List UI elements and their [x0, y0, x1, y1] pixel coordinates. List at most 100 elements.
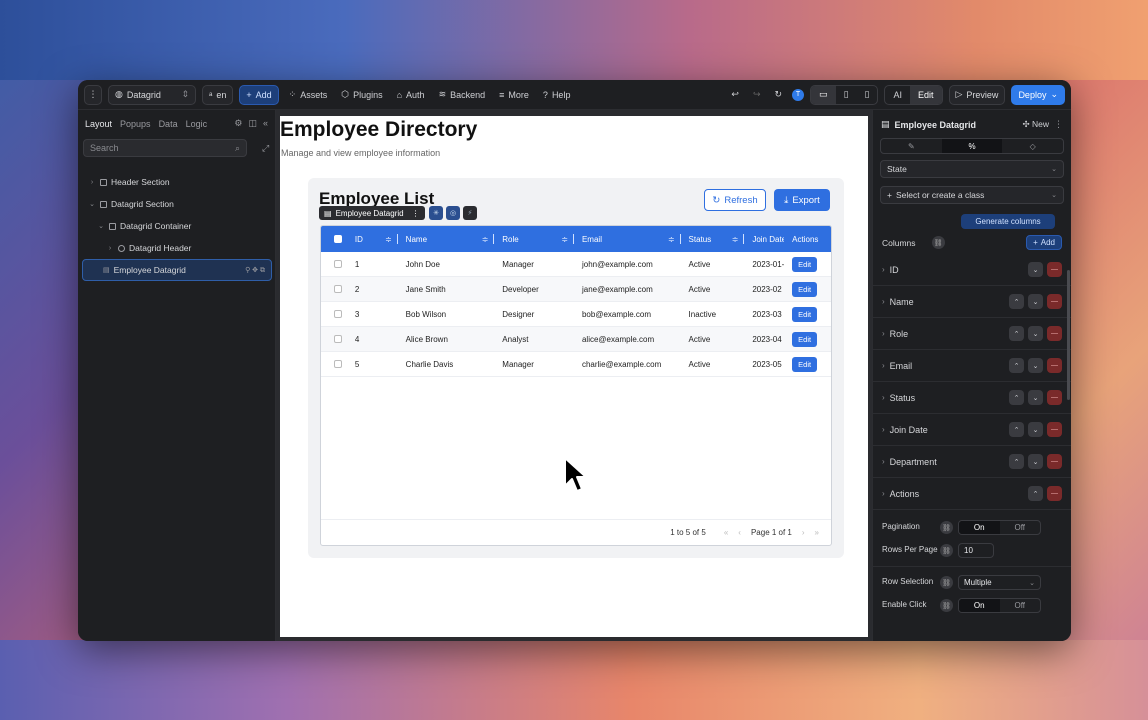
link-icon[interactable]: ⛓ — [940, 599, 953, 612]
chevron-right-icon[interactable]: › — [882, 361, 885, 370]
tab-interactions-icon[interactable]: ◇ — [1002, 139, 1063, 153]
table-row[interactable]: 3 Bob Wilson Designer bob@example.com Inacti… — [321, 302, 831, 327]
column-header-role[interactable]: Role ≑ — [494, 226, 574, 252]
row-selection-select[interactable]: Multiple ⌄ — [958, 575, 1041, 590]
column-item[interactable]: › Email ⌃ ⌄ — — [873, 350, 1071, 382]
more-button[interactable]: ≡ More — [495, 85, 533, 105]
panel-icon[interactable]: ◫ — [248, 118, 257, 129]
row-checkbox[interactable] — [333, 260, 342, 268]
move-down-button[interactable]: ⌄ — [1028, 390, 1043, 405]
avatar[interactable]: T — [792, 88, 805, 101]
tab-settings-icon[interactable]: % — [941, 139, 1003, 153]
remove-column-button[interactable]: — — [1047, 422, 1062, 437]
edit-button[interactable]: Edit — [792, 256, 818, 272]
tablet-icon[interactable]: ▯ — [836, 86, 857, 104]
collapse-icon[interactable]: « — [263, 118, 268, 129]
move-up-button[interactable]: ⌃ — [1009, 422, 1024, 437]
tab-data[interactable]: Data — [159, 119, 178, 129]
selection-tag[interactable]: ▤ Employee Datagrid ⋮ — [319, 206, 425, 220]
gear-icon[interactable]: ⚙ — [234, 118, 242, 129]
toggle-off[interactable]: Off — [1000, 521, 1041, 534]
class-select[interactable]: + Select or create a class ⌄ — [880, 186, 1064, 204]
pagination-toggle[interactable]: On Off — [958, 520, 1041, 535]
help-button[interactable]: ? Help — [539, 85, 575, 105]
menu-button[interactable]: ⋮ — [84, 84, 102, 105]
enable-click-toggle[interactable]: On Off — [958, 598, 1041, 613]
filter-icon[interactable]: ≑ — [561, 235, 568, 244]
filter-icon[interactable]: ≑ — [482, 235, 489, 244]
link-icon[interactable]: ⛓ — [940, 521, 953, 534]
prev-page-icon[interactable]: ‹ — [738, 528, 741, 537]
edit-button[interactable]: Edit — [792, 356, 818, 372]
column-item[interactable]: › Role ⌃ ⌄ — — [873, 318, 1071, 350]
tree-item-datagrid-section[interactable]: ⌄ Datagrid Section — [78, 193, 275, 215]
copy-icon[interactable]: ⧉ — [260, 267, 265, 274]
chevron-right-icon[interactable]: › — [882, 265, 885, 274]
remove-column-button[interactable]: — — [1047, 454, 1062, 469]
column-header-id[interactable]: ID ≑ — [355, 226, 398, 252]
next-page-icon[interactable]: › — [802, 528, 805, 537]
remove-column-button[interactable]: — — [1047, 262, 1062, 277]
tab-style-icon[interactable]: ✎ — [881, 139, 942, 153]
magic-icon[interactable]: ⚡ — [463, 206, 477, 220]
preview-button[interactable]: ▷ Preview — [948, 84, 1006, 105]
move-down-button[interactable]: ⌄ — [1028, 326, 1043, 341]
undo-icon[interactable]: ↩ — [727, 85, 743, 105]
row-checkbox[interactable] — [333, 310, 342, 318]
select-all-checkbox[interactable] — [333, 235, 342, 243]
remove-column-button[interactable]: — — [1047, 390, 1062, 405]
mobile-icon[interactable]: ▯ — [857, 86, 878, 104]
move-icon[interactable]: ✥ — [252, 267, 258, 274]
settings-icon[interactable]: ◎ — [446, 206, 460, 220]
move-up-button[interactable]: ⌃ — [1009, 294, 1024, 309]
plugins-button[interactable]: ⬡ Plugins — [337, 85, 386, 105]
auth-button[interactable]: ⌂ Auth — [393, 85, 429, 105]
chevron-right-icon[interactable]: › — [882, 425, 885, 434]
filter-icon[interactable]: ≑ — [668, 235, 675, 244]
new-button[interactable]: ✣ New — [1023, 119, 1050, 130]
remove-column-button[interactable]: — — [1047, 358, 1062, 373]
table-row[interactable]: 2 Jane Smith Developer jane@example.com Acti… — [321, 277, 831, 302]
row-checkbox[interactable] — [333, 360, 342, 368]
chevron-right-icon[interactable]: › — [882, 457, 885, 466]
column-item[interactable]: › Name ⌃ ⌄ — — [873, 286, 1071, 318]
move-down-button[interactable]: ⌄ — [1028, 422, 1043, 437]
tree-item-datagrid-container[interactable]: ⌄ Datagrid Container — [78, 215, 275, 237]
add-button[interactable]: + Add — [239, 84, 279, 105]
kebab-icon[interactable]: ⋮ — [1054, 119, 1063, 130]
assets-button[interactable]: ⁘ Assets — [285, 85, 332, 105]
column-item[interactable]: › Department ⌃ ⌄ — — [873, 446, 1071, 478]
link-icon[interactable]: ⛓ — [931, 236, 945, 249]
tab-logic[interactable]: Logic — [186, 119, 208, 129]
column-item[interactable]: › Status ⌃ ⌄ — — [873, 382, 1071, 414]
column-header-status[interactable]: Status ≑ — [681, 226, 745, 252]
chevron-down-icon[interactable]: ⌄ — [88, 200, 96, 208]
tree-item-employee-datagrid[interactable]: ▤ Employee Datagrid ⚲ ✥ ⧉ — [82, 259, 272, 281]
chevron-right-icon[interactable]: › — [882, 297, 885, 306]
tree-item-datagrid-header[interactable]: › Datagrid Header — [78, 237, 275, 259]
edit-button[interactable]: Edit — [792, 306, 818, 322]
rows-per-page-input[interactable]: 10 — [958, 543, 994, 558]
last-page-icon[interactable]: » — [815, 528, 819, 537]
refresh-icon[interactable]: ↻ — [771, 85, 787, 105]
header-select-all[interactable] — [321, 226, 355, 252]
table-row[interactable]: 5 Charlie Davis Manager charlie@example.com… — [321, 352, 831, 377]
tab-layout[interactable]: Layout — [85, 119, 112, 129]
move-up-button[interactable]: ⌃ — [1009, 390, 1024, 405]
edit-button[interactable]: Edit — [792, 331, 818, 347]
filter-icon[interactable]: ≑ — [732, 235, 739, 244]
first-page-icon[interactable]: « — [724, 528, 728, 537]
move-up-button[interactable]: ⌃ — [1009, 454, 1024, 469]
add-column-button[interactable]: + Add — [1026, 235, 1062, 250]
edit-mode-tab[interactable]: Edit — [909, 85, 942, 104]
deploy-button[interactable]: Deploy ⌄ — [1011, 84, 1065, 105]
remove-column-button[interactable]: — — [1047, 486, 1062, 501]
tree-item-header-section[interactable]: › Header Section — [78, 171, 275, 193]
chevron-down-icon[interactable]: ⌄ — [97, 222, 105, 230]
column-header-actions[interactable]: Actions — [784, 226, 831, 252]
panel-scrollbar[interactable] — [1067, 270, 1070, 400]
remove-column-button[interactable]: — — [1047, 294, 1062, 309]
chevron-right-icon[interactable]: › — [106, 245, 114, 252]
expand-icon[interactable]: ⤢ — [262, 143, 269, 154]
kebab-icon[interactable]: ⋮ — [412, 209, 420, 218]
